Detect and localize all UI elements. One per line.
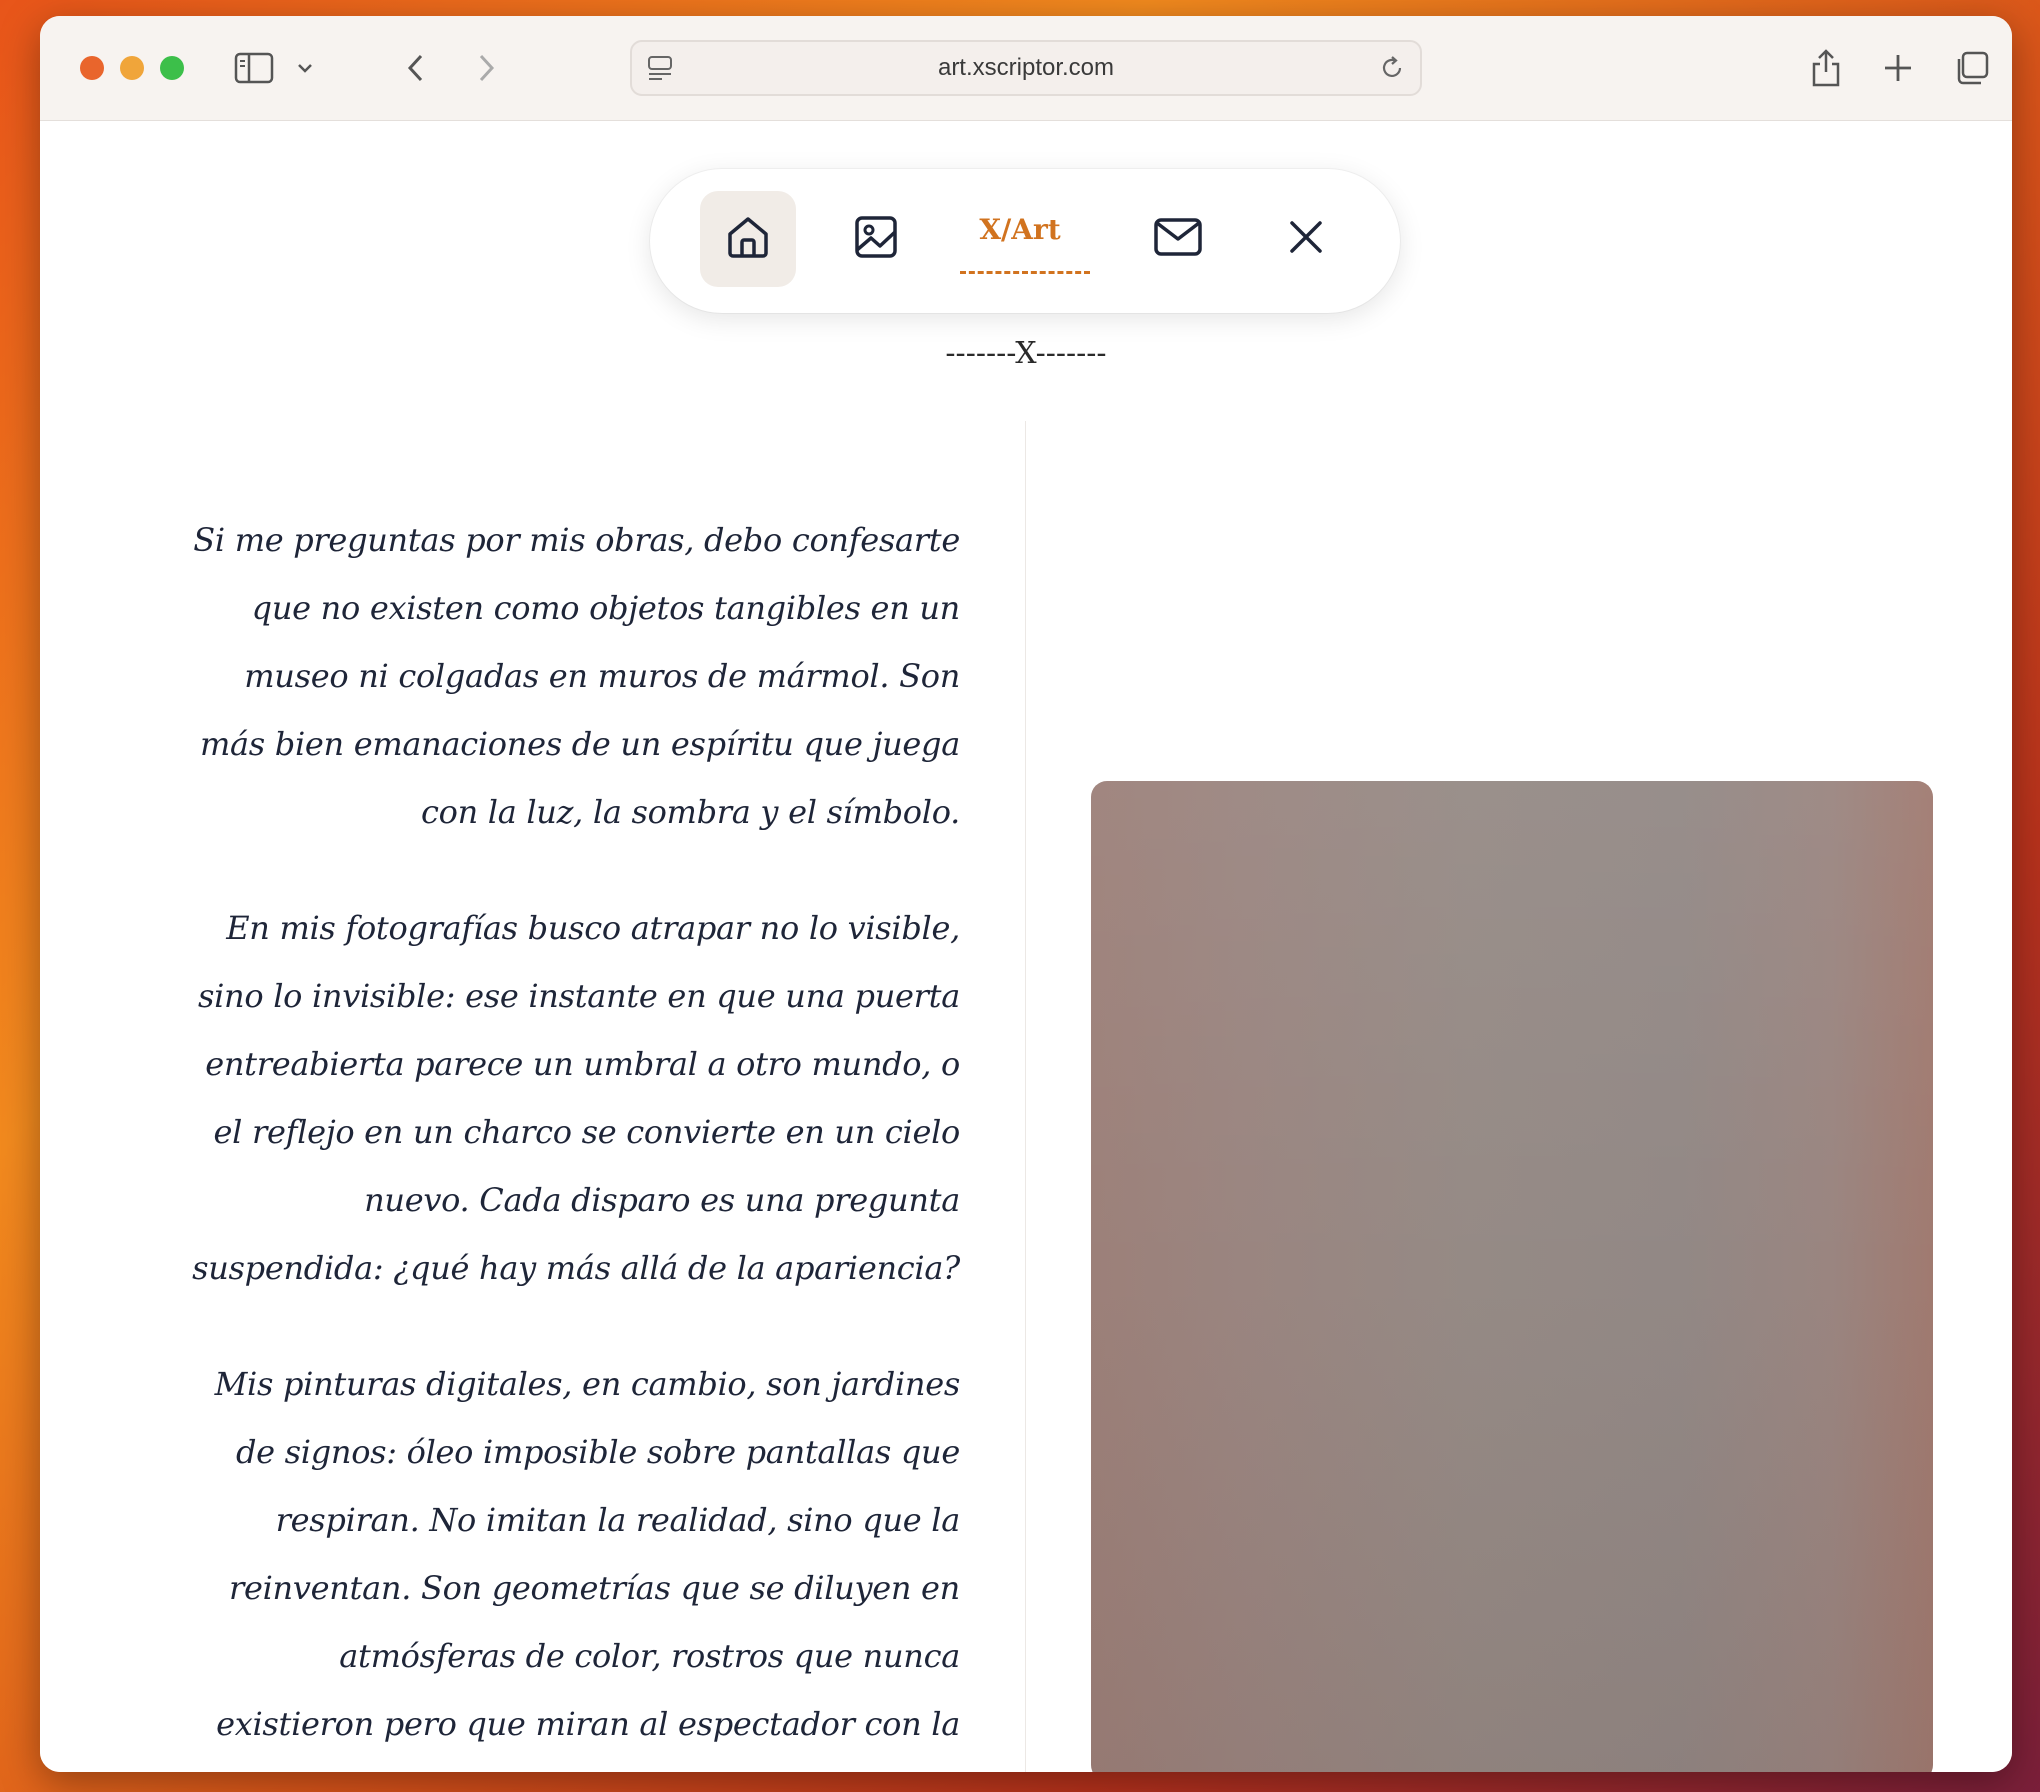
section-separator: -------X------- [945, 336, 1107, 371]
forward-arrow-icon[interactable] [464, 46, 508, 90]
mail-icon [1153, 217, 1203, 262]
gallery-image-icon [853, 214, 899, 265]
artist-statement: Si me preguntas por mis obras, debo conf… [190, 506, 960, 1772]
address-bar[interactable]: art.xscriptor.com [630, 40, 1422, 96]
chevron-down-icon[interactable] [290, 46, 320, 90]
site-navigation: X/Art [650, 169, 1400, 313]
contact-button[interactable] [1130, 191, 1226, 287]
home-icon [725, 214, 771, 265]
new-tab-icon[interactable] [1876, 46, 1920, 90]
artwork-image [1091, 781, 1933, 1772]
browser-toolbar: art.xscriptor.com [40, 16, 2012, 121]
column-divider [1025, 421, 1026, 1772]
close-button[interactable] [1258, 191, 1354, 287]
brand-underline [960, 271, 1090, 274]
url-text[interactable]: art.xscriptor.com [632, 42, 1420, 94]
minimize-window-button[interactable] [120, 56, 144, 80]
share-icon[interactable] [1804, 46, 1848, 90]
page-content: X/Art -------X------- Si me preguntas po… [40, 121, 2012, 1772]
statement-paragraph: En mis fotografías busco atrapar no lo v… [192, 909, 960, 1287]
home-button[interactable] [700, 191, 796, 287]
close-icon [1288, 219, 1324, 260]
tab-overview-icon[interactable] [1950, 46, 1994, 90]
back-arrow-icon[interactable] [394, 46, 438, 90]
brand-link[interactable]: X/Art [950, 213, 1090, 253]
reload-icon[interactable] [1378, 54, 1406, 87]
close-window-button[interactable] [80, 56, 104, 80]
gallery-button[interactable] [828, 191, 924, 287]
zoom-window-button[interactable] [160, 56, 184, 80]
browser-window: art.xscriptor.com X/Art -------X------- … [40, 16, 2012, 1772]
statement-paragraph: Mis pinturas digitales, en cambio, son j… [214, 1365, 961, 1743]
sidebar-icon[interactable] [232, 46, 276, 90]
statement-paragraph: Si me preguntas por mis obras, debo conf… [193, 521, 960, 831]
